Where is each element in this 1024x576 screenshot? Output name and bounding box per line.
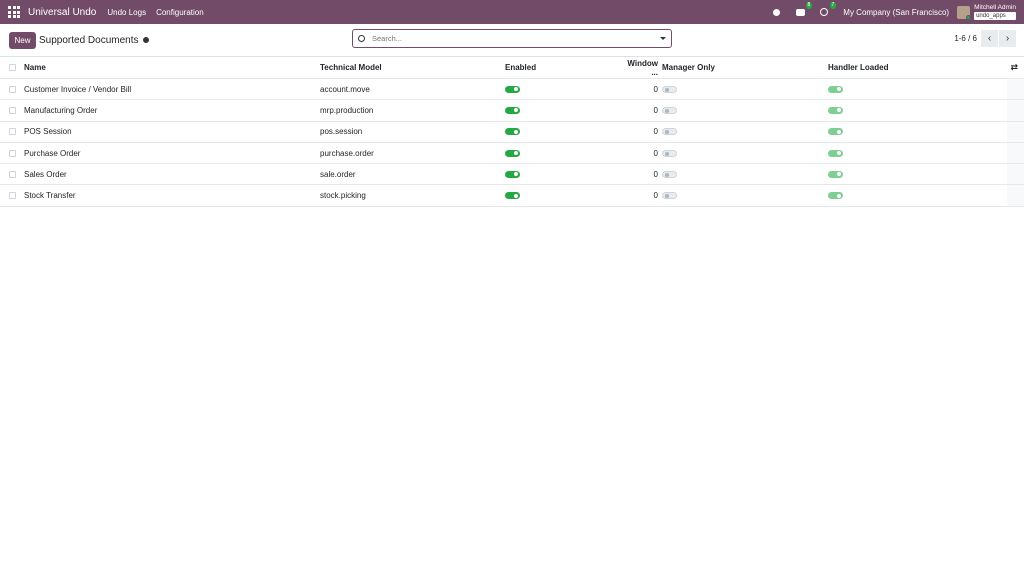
pager-next-button[interactable]: › — [999, 30, 1016, 47]
row-model[interactable]: account.move — [320, 85, 370, 94]
row-checkbox[interactable] — [9, 106, 16, 114]
row-checkbox[interactable] — [9, 149, 16, 157]
row-model[interactable]: mrp.production — [320, 106, 373, 115]
column-header-handler[interactable]: Handler Loaded — [828, 63, 888, 72]
manager-only-toggle[interactable] — [662, 192, 677, 200]
row-window[interactable]: 0 — [620, 170, 658, 179]
table-row[interactable]: Sales Order sale.order 0 — [0, 164, 1024, 186]
table-row[interactable]: Purchase Order purchase.order 0 — [0, 142, 1024, 165]
control-panel: New Supported Documents 1-6 / 6 ‹ › — [0, 24, 1024, 56]
manager-only-toggle[interactable] — [662, 85, 677, 93]
top-navbar: Universal Undo Undo Logs Configuration 8… — [0, 0, 1024, 24]
pager-previous-button[interactable]: ‹ — [981, 30, 998, 47]
row-side-strip — [1007, 185, 1024, 206]
row-model[interactable]: purchase.order — [320, 149, 374, 158]
row-name[interactable]: Purchase Order — [24, 149, 80, 158]
chevron-right-icon: › — [1005, 33, 1010, 44]
column-header-name[interactable]: Name — [24, 63, 46, 72]
enabled-toggle[interactable] — [505, 192, 520, 200]
handler-loaded-toggle — [828, 128, 843, 136]
table-row[interactable]: POS Session pos.session 0 — [0, 121, 1024, 143]
manager-only-toggle[interactable] — [662, 149, 677, 157]
nav-left: Universal Undo Undo Logs Configuration — [8, 6, 214, 18]
enabled-toggle[interactable] — [505, 170, 520, 178]
row-name[interactable]: Stock Transfer — [24, 191, 76, 200]
enabled-toggle[interactable] — [505, 128, 520, 136]
search-dropdown-caret-icon[interactable] — [660, 37, 666, 40]
row-model[interactable]: pos.session — [320, 127, 362, 136]
table-row[interactable]: Stock Transfer stock.picking 0 — [0, 185, 1024, 207]
company-switcher[interactable]: My Company (San Francisco) — [843, 8, 949, 17]
app-brand[interactable]: Universal Undo — [28, 7, 96, 18]
handler-loaded-toggle — [828, 170, 843, 178]
row-side-strip — [1007, 142, 1024, 164]
optional-columns-sliders-icon[interactable]: ⇄ — [1010, 62, 1018, 73]
enabled-toggle[interactable] — [505, 106, 520, 114]
select-all-checkbox[interactable] — [9, 64, 16, 71]
online-status-icon — [966, 14, 972, 20]
messages-chat-icon[interactable]: 8 — [795, 2, 813, 17]
row-model[interactable]: stock.picking — [320, 191, 366, 200]
column-header-model[interactable]: Technical Model — [320, 63, 382, 72]
nav-right: 8 7 My Company (San Francisco) Mitchell … — [771, 2, 1016, 20]
row-checkbox[interactable] — [9, 192, 16, 200]
row-model[interactable]: sale.order — [320, 170, 356, 179]
row-name[interactable]: POS Session — [24, 127, 72, 136]
row-side-strip — [1007, 121, 1024, 142]
menu-configuration[interactable]: Configuration — [156, 8, 204, 17]
column-header-enabled[interactable]: Enabled — [505, 63, 536, 72]
search-input[interactable] — [372, 34, 660, 43]
new-button[interactable]: New — [9, 31, 36, 49]
row-window[interactable]: 0 — [620, 191, 658, 200]
row-window[interactable]: 0 — [620, 127, 658, 136]
enabled-toggle[interactable] — [505, 149, 520, 157]
enabled-toggle[interactable] — [505, 85, 520, 93]
gear-icon[interactable] — [142, 37, 149, 43]
messages-badge: 8 — [805, 2, 813, 9]
row-window[interactable]: 0 — [620, 106, 658, 115]
activities-badge: 7 — [829, 2, 837, 9]
debug-bug-icon[interactable] — [771, 7, 781, 17]
table-row[interactable]: Manufacturing Order mrp.production 0 — [0, 100, 1024, 122]
row-name[interactable]: Manufacturing Order — [24, 106, 97, 115]
documents-list: Name Technical Model Enabled Window ... … — [0, 56, 1024, 207]
row-side-strip — [1007, 79, 1024, 100]
user-menu[interactable]: Mitchell Admin undo_apps — [974, 4, 1016, 20]
row-side-strip — [1007, 164, 1024, 185]
apps-menu-icon[interactable] — [8, 6, 20, 18]
row-window[interactable]: 0 — [620, 85, 658, 94]
page-title: Supported Documents — [39, 34, 139, 46]
handler-loaded-toggle — [828, 192, 843, 200]
pager: 1-6 / 6 ‹ › — [954, 30, 1016, 47]
chevron-left-icon: ‹ — [987, 33, 992, 44]
row-name[interactable]: Customer Invoice / Vendor Bill — [24, 85, 131, 94]
pager-value[interactable]: 1-6 / 6 — [954, 34, 977, 43]
handler-loaded-toggle — [828, 149, 843, 157]
database-tag: undo_apps — [974, 12, 1016, 20]
menu-undo-logs[interactable]: Undo Logs — [107, 8, 146, 17]
manager-only-toggle[interactable] — [662, 128, 677, 136]
table-row[interactable]: Customer Invoice / Vendor Bill account.m… — [0, 79, 1024, 101]
column-header-window[interactable]: Window ... — [620, 59, 658, 77]
row-checkbox[interactable] — [9, 128, 16, 136]
row-checkbox[interactable] — [9, 85, 16, 93]
search-box[interactable] — [352, 29, 672, 48]
handler-loaded-toggle — [828, 85, 843, 93]
row-window[interactable]: 0 — [620, 149, 658, 158]
search-icon — [358, 35, 365, 42]
manager-only-toggle[interactable] — [662, 106, 677, 114]
user-name: Mitchell Admin — [974, 4, 1016, 11]
row-checkbox[interactable] — [9, 170, 16, 178]
activities-clock-icon[interactable]: 7 — [819, 2, 837, 17]
table-header: Name Technical Model Enabled Window ... … — [0, 57, 1024, 79]
manager-only-toggle[interactable] — [662, 170, 677, 178]
row-name[interactable]: Sales Order — [24, 170, 67, 179]
row-side-strip — [1007, 100, 1024, 121]
handler-loaded-toggle — [828, 106, 843, 114]
column-header-manager[interactable]: Manager Only — [662, 63, 715, 72]
user-avatar[interactable] — [957, 5, 972, 20]
